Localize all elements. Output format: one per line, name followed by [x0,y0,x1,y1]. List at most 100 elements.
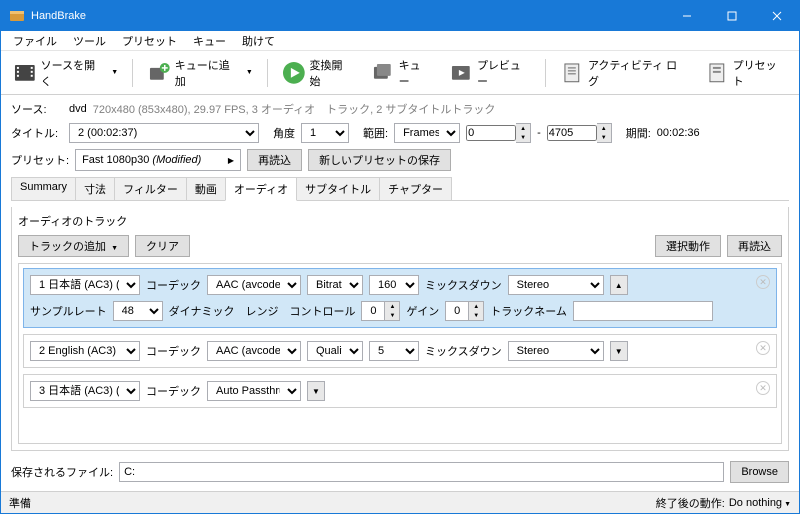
codec-label: コーデック [146,277,201,293]
audio-track: ✕ 3 日本語 (AC3) (2.0 ch コーデック Auto Passthr… [23,374,777,408]
tab-summary[interactable]: Summary [11,177,76,200]
mixdown-select[interactable]: Stereo [508,275,604,295]
tab-video[interactable]: 動画 [186,177,226,200]
mode-select[interactable]: Quality: [307,341,363,361]
save-row: 保存されるファイル: Browse [1,457,799,491]
title-label: タイトル: [11,125,63,141]
range-from-input[interactable] [466,125,516,141]
chevron-down-icon: ▼ [111,69,118,76]
audio-reload-button[interactable]: 再読込 [727,235,782,257]
angle-label: 角度 [273,125,295,141]
spin-buttons[interactable]: ▲▼ [469,301,484,321]
audio-tracks-header: オーディオのトラック [18,213,782,229]
remove-track-button[interactable]: ✕ [756,381,770,395]
spin-buttons[interactable]: ▲▼ [385,301,400,321]
collapse-button[interactable]: ▲ [610,275,628,295]
activity-button[interactable]: アクティビティ ログ [556,55,691,91]
menu-tool[interactable]: ツール [67,31,112,51]
drc-input[interactable] [361,301,385,321]
spin-buttons[interactable]: ▲▼ [597,123,612,143]
mixdown-select[interactable]: Stereo [508,341,604,361]
title-select[interactable]: 2 (00:02:37) [69,123,259,143]
duration-label: 期間: [626,125,651,141]
track-source-select[interactable]: 1 日本語 (AC3) (2.0 ch [30,275,140,295]
browse-button[interactable]: Browse [730,461,789,483]
samplerate-label: サンプルレート [30,303,107,319]
menu-queue[interactable]: キュー [187,31,232,51]
dash: - [537,127,541,139]
tab-dimensions[interactable]: 寸法 [75,177,115,200]
remove-track-button[interactable]: ✕ [756,341,770,355]
audio-track: ✕ 1 日本語 (AC3) (2.0 ch コーデック AAC (avcodec… [23,268,777,328]
track-list: ✕ 1 日本語 (AC3) (2.0 ch コーデック AAC (avcodec… [18,263,782,444]
codec-select[interactable]: AAC (avcodec) [207,341,301,361]
title-bar: HandBrake [1,1,799,31]
preset-row: プリセット: Fast 1080p30 (Modified) ▶ 再読込 新しい… [11,149,789,171]
status-bar: 準備 終了後の動作: Do nothing▼ [1,491,799,513]
add-track-button[interactable]: トラックの追加 ▼ [18,235,129,257]
source-info: 720x480 (853x480), 29.97 FPS, 3 オーディオ トラ… [93,101,496,117]
chevron-down-icon: ▼ [246,69,253,76]
add-queue-icon [147,61,171,85]
trackname-label: トラックネーム [490,303,567,319]
gain-input[interactable] [445,301,469,321]
range-type-select[interactable]: Frames [394,123,460,143]
tab-audio[interactable]: オーディオ [225,177,297,201]
clear-tracks-button[interactable]: クリア [135,235,190,257]
remove-track-button[interactable]: ✕ [756,275,770,289]
minimize-button[interactable] [664,1,709,31]
trackname-input[interactable] [573,301,713,321]
selection-behavior-button[interactable]: 選択動作 [655,235,721,257]
samplerate-select[interactable]: 48 [113,301,163,321]
queue-icon [371,61,395,85]
gain-label: ゲイン [406,303,439,319]
start-button[interactable]: 変換開始 [278,55,357,91]
audio-panel: オーディオのトラック トラックの追加 ▼ クリア 選択動作 再読込 ✕ 1 日本… [11,207,789,451]
source-row: ソース: dvd 720x480 (853x480), 29.97 FPS, 3… [11,101,789,117]
preview-button[interactable]: プレビュー [445,55,535,91]
presets-button[interactable]: プリセット [701,55,791,91]
range-to-input[interactable] [547,125,597,141]
menu-help[interactable]: 助けて [236,31,281,51]
expand-button[interactable]: ▼ [610,341,628,361]
save-label: 保存されるファイル: [11,464,113,480]
mixdown-label: ミックスダウン [425,343,502,359]
angle-select[interactable]: 1 [301,123,349,143]
tab-subtitles[interactable]: サブタイトル [296,177,380,200]
tab-filters[interactable]: フィルター [114,177,187,200]
expand-button[interactable]: ▼ [307,381,325,401]
codec-select[interactable]: Auto Passthru [207,381,301,401]
add-queue-button[interactable]: キューに追加 ▼ [143,55,257,91]
chevron-right-icon: ▶ [228,156,234,165]
after-done-value[interactable]: Do nothing▼ [729,497,791,509]
maximize-button[interactable] [709,1,754,31]
preset-select[interactable]: Fast 1080p30 (Modified) ▶ [75,149,241,171]
save-path-input[interactable] [119,462,724,482]
toolbar: ソースを開く ▼ キューに追加 ▼ 変換開始 キュー プレビュー アクティビティ… [1,51,799,95]
preset-reload-button[interactable]: 再読込 [247,149,302,171]
close-button[interactable] [754,1,799,31]
track-source-select[interactable]: 2 English (AC3) (2.0 c [30,341,140,361]
menu-file[interactable]: ファイル [7,31,63,51]
queue-button[interactable]: キュー [367,55,435,91]
preset-save-button[interactable]: 新しいプリセットの保存 [308,149,451,171]
app-icon [9,8,25,24]
tab-chapters[interactable]: チャプター [379,177,452,200]
preset-label: プリセット: [11,152,69,168]
presets-icon [705,61,729,85]
spin-buttons[interactable]: ▲▼ [516,123,531,143]
after-done-label: 終了後の動作: [656,495,725,511]
mode-value-select[interactable]: 160 [369,275,419,295]
menu-bar: ファイル ツール プリセット キュー 助けて [1,31,799,51]
track-source-select[interactable]: 3 日本語 (AC3) (2.0 ch [30,381,140,401]
codec-select[interactable]: AAC (avcodec) [207,275,301,295]
mode-select[interactable]: Bitrate: [307,275,363,295]
menu-preset[interactable]: プリセット [116,31,183,51]
mode-value-select[interactable]: 5 [369,341,419,361]
log-icon [560,61,584,85]
open-source-button[interactable]: ソースを開く ▼ [9,55,122,91]
title-row: タイトル: 2 (00:02:37) 角度 1 範囲: Frames ▲▼ - … [11,123,789,143]
codec-label: コーデック [146,343,201,359]
audio-track: ✕ 2 English (AC3) (2.0 c コーデック AAC (avco… [23,334,777,368]
mixdown-label: ミックスダウン [425,277,502,293]
